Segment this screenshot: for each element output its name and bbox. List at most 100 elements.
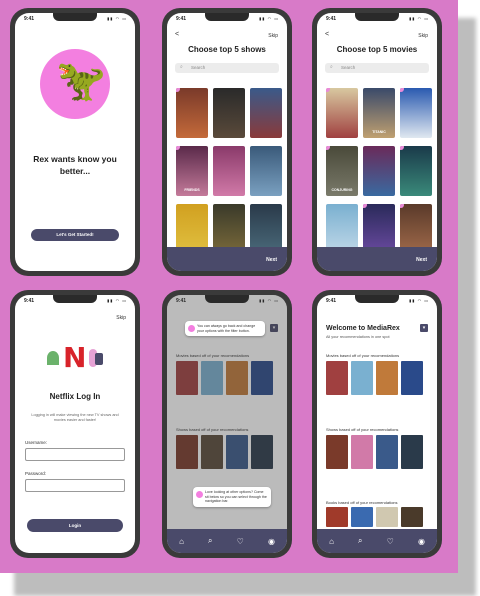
skip-button[interactable]: Skip (268, 33, 278, 39)
username-field[interactable] (25, 448, 125, 461)
movie-poster[interactable] (400, 146, 432, 196)
show-card[interactable] (326, 435, 348, 469)
movie-poster[interactable] (326, 88, 358, 138)
notch (53, 13, 97, 21)
next-button[interactable]: Next (416, 257, 427, 263)
movie-card[interactable] (351, 361, 373, 395)
show-card[interactable] (351, 435, 373, 469)
show-poster[interactable] (213, 88, 245, 138)
get-started-button[interactable]: Let's Get Started! (31, 229, 119, 241)
skip-button[interactable]: Skip (116, 315, 126, 321)
search-icon[interactable]: ⌕ (208, 536, 212, 546)
show-card[interactable] (401, 435, 423, 469)
netflix-logo: N (63, 341, 87, 374)
show-poster[interactable] (250, 146, 282, 196)
status-icons: ▮▮ ◠ ▭ (107, 298, 127, 303)
movies-row (326, 361, 423, 395)
shows-screen: 9:41 ▮▮ ◠ ▭ < Skip Choose top 5 shows ⌕ … (167, 13, 287, 271)
phone-onboarding: 9:41 ▮▮ ◠ ▭ ▾ Movies based off of your r… (162, 290, 292, 558)
dinosaur-icon: 🦖 (56, 59, 106, 103)
book-card[interactable] (351, 507, 373, 527)
shows-grid: FRIENDS (176, 88, 282, 254)
section-movies-label: Movies based off of your recomendations (326, 353, 400, 358)
book-card[interactable] (376, 507, 398, 527)
book-card[interactable] (326, 507, 348, 527)
device-illustration (95, 353, 103, 365)
show-poster[interactable] (213, 146, 245, 196)
selected-dot (363, 204, 367, 208)
selected-dot (400, 146, 404, 150)
home-title: Welcome to MediaRex (326, 325, 400, 332)
show-card[interactable] (376, 435, 398, 469)
search-input[interactable]: ⌕ Search (175, 63, 279, 73)
movie-card[interactable] (401, 361, 423, 395)
movie-card[interactable] (376, 361, 398, 395)
heart-icon[interactable]: ♡ (387, 537, 394, 546)
phone-netflix-login: 9:41 ▮▮ ◠ ▭ Skip N Netflix Log In Loggin… (10, 290, 140, 558)
home-icon[interactable]: ⌂ (179, 537, 184, 546)
bottom-bar: Next (317, 247, 437, 271)
show-poster[interactable]: FRIENDS (176, 146, 208, 196)
show-poster[interactable] (176, 88, 208, 138)
movie-poster[interactable]: TITANIC (363, 88, 395, 138)
movie-poster[interactable] (400, 88, 432, 138)
back-button[interactable]: < (175, 31, 179, 38)
status-icons: ▮▮ ◠ ▭ (409, 16, 429, 21)
status-time: 9:41 (326, 298, 337, 304)
bottom-nav: ⌂ ⌕ ♡ ◉ (317, 529, 437, 553)
profile-icon[interactable]: ◉ (268, 537, 275, 546)
welcome-headline: Rex wants know you better... (33, 154, 117, 176)
netflix-subtitle: Logging in will make viewing the new TV … (31, 413, 119, 422)
netflix-title: Netflix Log In (49, 392, 101, 401)
profile-icon[interactable]: ◉ (418, 537, 425, 546)
skip-button[interactable]: Skip (418, 33, 428, 39)
rex-avatar: 🦖 (40, 49, 110, 119)
books-row (326, 507, 423, 527)
filter-button[interactable]: ▾ (420, 324, 428, 332)
status-time: 9:41 (326, 16, 337, 22)
search-placeholder: Search (191, 65, 206, 70)
selected-dot (326, 146, 330, 150)
movies-screen: 9:41 ▮▮ ◠ ▭ < Skip Choose top 5 movies ⌕… (317, 13, 437, 271)
netflix-screen: 9:41 ▮▮ ◠ ▭ Skip N Netflix Log In Loggin… (15, 295, 135, 553)
search-input[interactable]: ⌕ Search (325, 63, 429, 73)
home-subtitle: All your recommendations in one spot (326, 335, 390, 339)
section-books-label: Books based off of your recomendations (326, 500, 398, 505)
onboarding-screen: 9:41 ▮▮ ◠ ▭ ▾ Movies based off of your r… (167, 295, 287, 553)
notch (53, 295, 97, 303)
login-button[interactable]: Login (27, 519, 123, 532)
phone-shows: 9:41 ▮▮ ◠ ▭ < Skip Choose top 5 shows ⌕ … (162, 8, 292, 276)
selected-dot (400, 204, 404, 208)
selected-dot (176, 146, 180, 150)
home-icon[interactable]: ⌂ (329, 537, 334, 546)
show-poster[interactable] (250, 88, 282, 138)
next-button[interactable]: Next (266, 257, 277, 263)
username-label: Username: (25, 440, 48, 445)
back-button[interactable]: < (325, 31, 329, 38)
selected-dot (400, 88, 404, 92)
movie-card[interactable] (326, 361, 348, 395)
notch (355, 295, 399, 303)
password-field[interactable] (25, 479, 125, 492)
nav-tip-text: Love looking at other options? Come sit … (205, 490, 267, 503)
status-time: 9:41 (24, 298, 35, 304)
nav-tooltip: Love looking at other options? Come sit … (193, 487, 271, 507)
phone-welcome: 9:41 ▮▮ ◠ ▭ 🦖 Rex wants know you better.… (10, 8, 140, 276)
search-icon: ⌕ (330, 64, 333, 70)
movie-poster[interactable]: CONJURING (326, 146, 358, 196)
status-icons: ▮▮ ◠ ▭ (107, 16, 127, 21)
section-shows-label: Shows based off of your recomendations (326, 427, 399, 432)
status-time: 9:41 (24, 16, 35, 22)
welcome-screen: 9:41 ▮▮ ◠ ▭ 🦖 Rex wants know you better.… (15, 13, 135, 271)
notch (205, 295, 249, 303)
book-card[interactable] (401, 507, 423, 527)
search-icon[interactable]: ⌕ (358, 536, 362, 546)
movies-grid: TITANIC CONJURING (326, 88, 432, 254)
status-icons: ▮▮ ◠ ▭ (409, 298, 429, 303)
notch (355, 13, 399, 21)
heart-icon[interactable]: ♡ (237, 537, 244, 546)
status-icons: ▮▮ ◠ ▭ (259, 16, 279, 21)
password-label: Password: (25, 471, 47, 476)
rex-dot (188, 325, 195, 332)
movie-poster[interactable] (363, 146, 395, 196)
